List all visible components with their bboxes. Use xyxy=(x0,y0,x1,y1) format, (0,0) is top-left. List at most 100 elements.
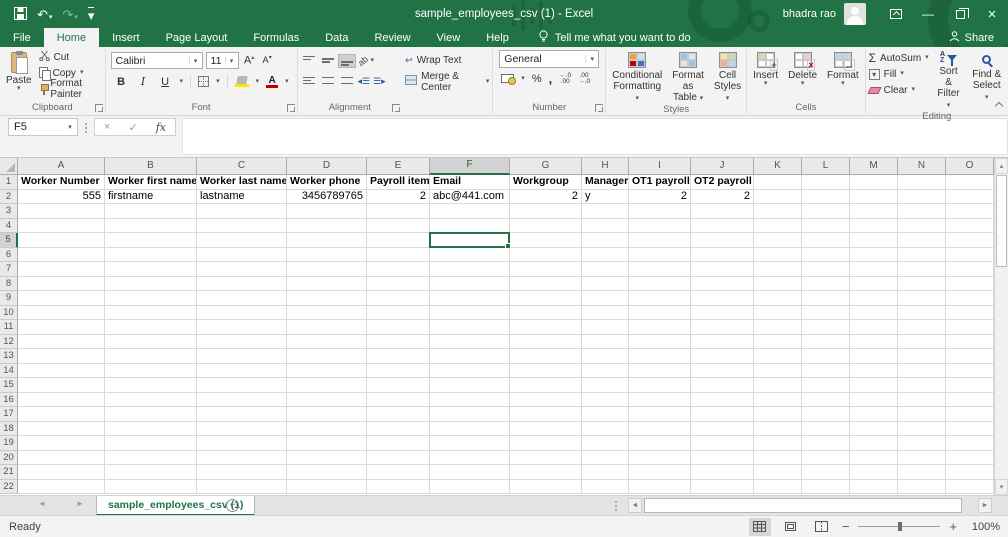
cell-M9[interactable] xyxy=(850,291,898,306)
cell-E14[interactable] xyxy=(367,364,430,379)
ribbon-display-options-icon[interactable] xyxy=(880,0,912,28)
orientation-dropdown-icon[interactable]: ▾ xyxy=(371,58,375,64)
cell-M11[interactable] xyxy=(850,320,898,335)
cell-J3[interactable] xyxy=(691,204,754,219)
cell-K1[interactable] xyxy=(754,175,802,190)
row-header-9[interactable]: 9 xyxy=(0,291,18,306)
cell-I16[interactable] xyxy=(629,393,691,408)
cell-H16[interactable] xyxy=(582,393,629,408)
cell-O13[interactable] xyxy=(946,349,994,364)
format-painter-button[interactable]: Format Painter xyxy=(37,81,104,97)
page-layout-view-icon[interactable] xyxy=(780,518,802,536)
cell-F14[interactable] xyxy=(430,364,510,379)
cell-N11[interactable] xyxy=(898,320,946,335)
align-center-icon[interactable] xyxy=(320,76,336,88)
cell-G4[interactable] xyxy=(510,219,582,234)
cell-M15[interactable] xyxy=(850,378,898,393)
cell-F21[interactable] xyxy=(430,465,510,480)
cell-E19[interactable] xyxy=(367,436,430,451)
cell-A1[interactable]: Worker Number xyxy=(18,175,105,190)
column-header-M[interactable]: M xyxy=(850,158,898,175)
cell-H22[interactable] xyxy=(582,480,629,495)
cell-N14[interactable] xyxy=(898,364,946,379)
cell-B9[interactable] xyxy=(105,291,197,306)
cell-I10[interactable] xyxy=(629,306,691,321)
cell-F19[interactable] xyxy=(430,436,510,451)
align-right-icon[interactable] xyxy=(339,76,355,88)
cell-C20[interactable] xyxy=(197,451,287,466)
increase-decimal-icon[interactable]: ←.0.00 xyxy=(559,73,571,85)
zoom-slider-thumb[interactable] xyxy=(898,522,902,531)
tab-page-layout[interactable]: Page Layout xyxy=(153,28,241,47)
cell-E12[interactable] xyxy=(367,335,430,350)
cell-I9[interactable] xyxy=(629,291,691,306)
cell-K7[interactable] xyxy=(754,262,802,277)
cell-G7[interactable] xyxy=(510,262,582,277)
delete-cells-button[interactable]: × Delete ▾ xyxy=(783,49,822,101)
font-dialog-launcher-icon[interactable] xyxy=(287,104,295,112)
cell-C15[interactable] xyxy=(197,378,287,393)
column-header-A[interactable]: A xyxy=(18,158,105,175)
cell-E1[interactable]: Payroll item xyxy=(367,175,430,190)
column-header-H[interactable]: H xyxy=(582,158,629,175)
scroll-left-icon[interactable]: ◄ xyxy=(628,498,642,513)
cell-D14[interactable] xyxy=(287,364,367,379)
cell-H9[interactable] xyxy=(582,291,629,306)
cell-H10[interactable] xyxy=(582,306,629,321)
cell-E18[interactable] xyxy=(367,422,430,437)
cell-G1[interactable]: Workgroup xyxy=(510,175,582,190)
cell-J12[interactable] xyxy=(691,335,754,350)
cell-G14[interactable] xyxy=(510,364,582,379)
active-cell-selection[interactable] xyxy=(429,232,510,248)
cell-K14[interactable] xyxy=(754,364,802,379)
normal-view-icon[interactable] xyxy=(749,518,771,536)
cell-E16[interactable] xyxy=(367,393,430,408)
cell-I17[interactable] xyxy=(629,407,691,422)
cell-J17[interactable] xyxy=(691,407,754,422)
cell-O19[interactable] xyxy=(946,436,994,451)
cell-A5[interactable] xyxy=(18,233,105,248)
row-header-11[interactable]: 11 xyxy=(0,320,18,335)
middle-align-icon[interactable] xyxy=(320,55,336,67)
cell-N10[interactable] xyxy=(898,306,946,321)
cell-L17[interactable] xyxy=(802,407,850,422)
select-all-corner[interactable] xyxy=(0,158,18,175)
cell-A8[interactable] xyxy=(18,277,105,292)
cell-F8[interactable] xyxy=(430,277,510,292)
cell-A11[interactable] xyxy=(18,320,105,335)
cell-D15[interactable] xyxy=(287,378,367,393)
tab-review[interactable]: Review xyxy=(361,28,423,47)
column-header-D[interactable]: D xyxy=(287,158,367,175)
row-header-22[interactable]: 22 xyxy=(0,480,18,495)
cell-G12[interactable] xyxy=(510,335,582,350)
cell-M1[interactable] xyxy=(850,175,898,190)
cell-N21[interactable] xyxy=(898,465,946,480)
cell-G13[interactable] xyxy=(510,349,582,364)
cell-D17[interactable] xyxy=(287,407,367,422)
merge-center-button[interactable]: Merge & Center ▾ xyxy=(403,71,491,92)
insert-function-icon[interactable]: fx xyxy=(156,121,166,134)
cell-B4[interactable] xyxy=(105,219,197,234)
cell-E22[interactable] xyxy=(367,480,430,495)
column-header-C[interactable]: C xyxy=(197,158,287,175)
horizontal-scroll-thumb[interactable] xyxy=(644,498,962,513)
cell-N7[interactable] xyxy=(898,262,946,277)
cell-K19[interactable] xyxy=(754,436,802,451)
cell-O15[interactable] xyxy=(946,378,994,393)
formula-bar-handle[interactable] xyxy=(85,123,87,133)
cell-D20[interactable] xyxy=(287,451,367,466)
cell-C5[interactable] xyxy=(197,233,287,248)
cell-O3[interactable] xyxy=(946,204,994,219)
cell-I4[interactable] xyxy=(629,219,691,234)
cell-I13[interactable] xyxy=(629,349,691,364)
font-color-button[interactable]: A xyxy=(266,76,278,88)
cell-E7[interactable] xyxy=(367,262,430,277)
copy-dropdown-icon[interactable]: ▾ xyxy=(80,70,84,76)
cell-B14[interactable] xyxy=(105,364,197,379)
cell-N12[interactable] xyxy=(898,335,946,350)
cell-E10[interactable] xyxy=(367,306,430,321)
cell-L14[interactable] xyxy=(802,364,850,379)
cell-I1[interactable]: OT1 payroll xyxy=(629,175,691,190)
horizontal-scrollbar[interactable]: ◄ ► xyxy=(628,498,992,513)
cell-O8[interactable] xyxy=(946,277,994,292)
